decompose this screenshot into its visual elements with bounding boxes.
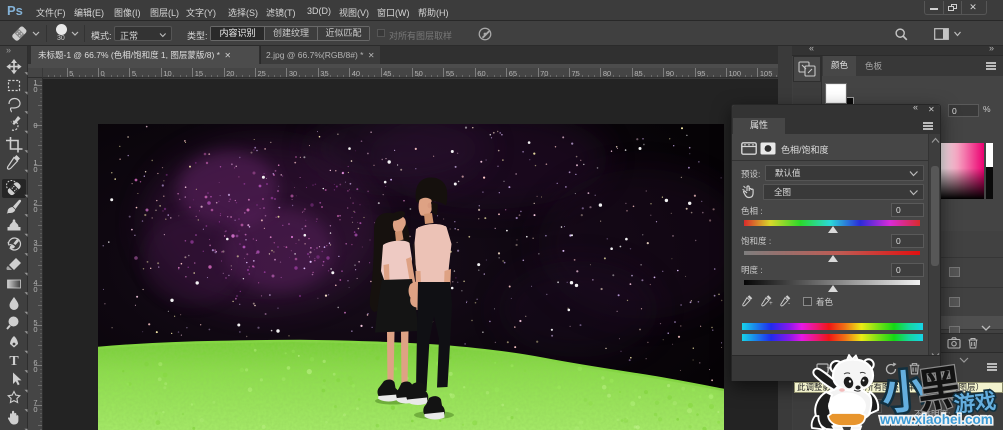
svg-text:+: + <box>769 301 773 307</box>
svg-text:T: T <box>9 354 19 369</box>
svg-text:www.xiaohei.com: www.xiaohei.com <box>879 412 993 427</box>
svg-text:-: - <box>788 301 790 307</box>
